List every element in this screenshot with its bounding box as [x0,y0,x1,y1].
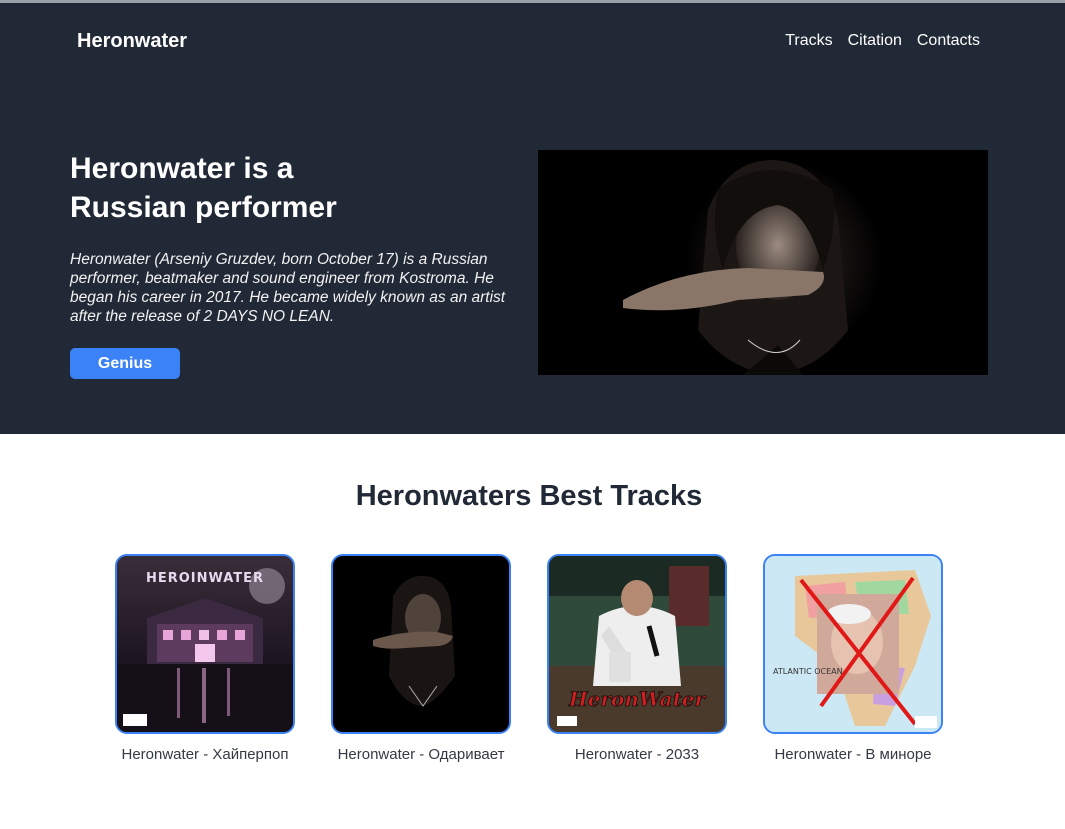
nav-link-contacts[interactable]: Contacts [917,32,980,50]
track-cover[interactable]: HeronWater [547,554,727,734]
hero-title: Heronwater is a Russian performer [70,152,337,224]
track-label[interactable]: Heronwater - Хайперпоп [115,746,295,763]
track-label[interactable]: Heronwater - 2033 [547,746,727,763]
tracks-section-title: Heronwaters Best Tracks [355,480,703,512]
track-card-hyperpop[interactable]: HEROINWATER Heronwater - Хайперпоп [115,554,315,763]
track-card-odarivaet[interactable]: Heronwater - Одаривает [331,554,531,763]
track-card-2033[interactable]: HeronWater Heronwater - 2033 [547,554,747,763]
track-cover[interactable]: ATLANTIC OCEAN [763,554,943,734]
cover-title-text: HEROINWATER [146,571,264,586]
genius-button[interactable]: Genius [70,348,180,379]
track-cover[interactable] [331,554,511,734]
hero-section: Heronwater Tracks Citation Contacts Hero… [0,3,1065,434]
cover-title-text: HeronWater [568,687,707,711]
hero-artist-photo [538,150,988,375]
main-nav: Tracks Citation Contacts [785,32,980,50]
track-card-v-minore[interactable]: ATLANTIC OCEAN Heronwater - В миноре [763,554,963,763]
track-label[interactable]: Heronwater - Одаривает [331,746,511,763]
nav-link-tracks[interactable]: Tracks [785,32,832,50]
nav-link-citation[interactable]: Citation [848,32,902,50]
track-cover[interactable]: HEROINWATER [115,554,295,734]
hero-description: Heronwater (Arseniy Gruzdev, born Octobe… [70,251,506,325]
brand-logo[interactable]: Heronwater [77,30,187,53]
track-label[interactable]: Heronwater - В миноре [763,746,943,763]
cover-map-text: ATLANTIC OCEAN [773,667,843,676]
